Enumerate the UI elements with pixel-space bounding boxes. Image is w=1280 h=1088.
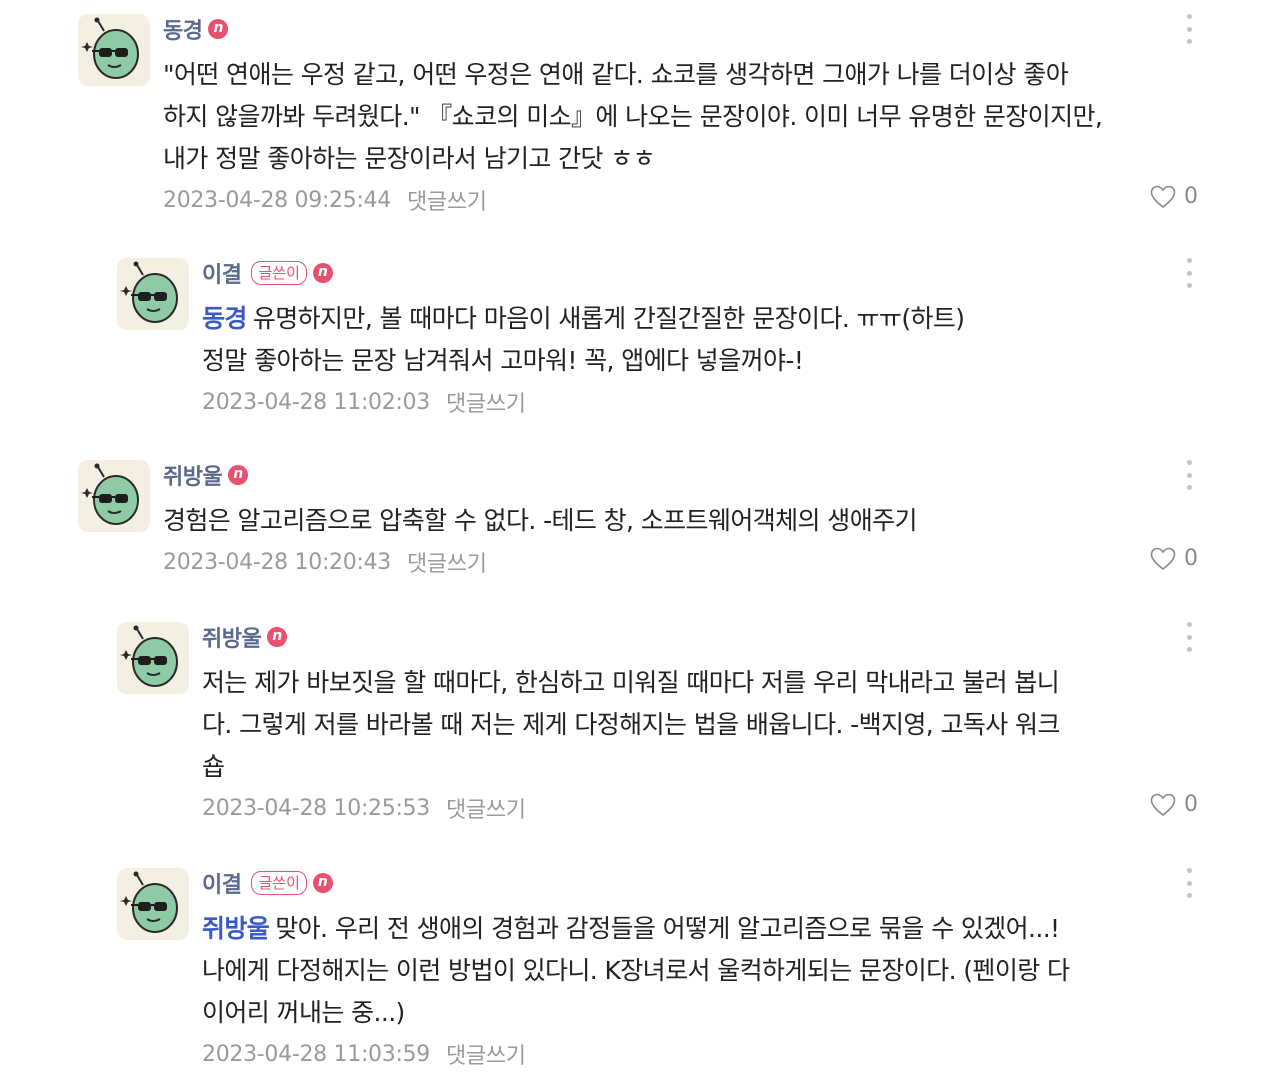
reply-comment: 이결 글쓴이 n 동경 유명하지만, 볼 때마다 마음이 새롭게 간질간질한 문장… — [117, 256, 1198, 422]
more-vertical-icon — [1186, 868, 1192, 873]
timestamp: 2023-04-28 11:03:59 — [202, 1041, 430, 1067]
heart-outline-icon — [1150, 547, 1176, 570]
author-name[interactable]: 쥐방울 — [202, 621, 262, 653]
alien-avatar-icon — [120, 261, 178, 323]
more-options-button[interactable] — [1182, 258, 1196, 288]
writer-badge: 글쓴이 — [251, 261, 307, 285]
author-name[interactable]: 동경 — [163, 13, 203, 45]
avatar[interactable] — [117, 622, 189, 694]
more-vertical-icon — [1186, 258, 1192, 263]
mention-link[interactable]: 동경 — [202, 304, 247, 333]
more-vertical-icon — [1186, 622, 1192, 627]
comment-line: 쥐방울 맞아. 우리 전 생애의 경험과 감정들을 어떻게 알고리즘으로 묶을 수… — [202, 908, 1198, 950]
comment-text: 저는 제가 바보짓을 할 때마다, 한심하고 미워질 때마다 저를 우리 막내라… — [202, 662, 1198, 788]
comment-line: 동경 유명하지만, 볼 때마다 마음이 새롭게 간질간질한 문장이다. ㅠㅠ(하트… — [202, 298, 1198, 340]
timestamp: 2023-04-28 11:02:03 — [202, 389, 430, 415]
comment-text: 동경 유명하지만, 볼 때마다 마음이 새롭게 간질간질한 문장이다. ㅠㅠ(하트… — [202, 298, 1198, 382]
more-options-button[interactable] — [1182, 868, 1196, 898]
comment-line-text: 맞아. 우리 전 생애의 경험과 감정들을 어떻게 알고리즘으로 묶을 수 있겠… — [275, 914, 1060, 943]
heart-outline-icon — [1150, 793, 1176, 816]
comment-line: 하지 않을까봐 두려웠다." 『쇼코의 미소』에 나오는 문장이야. 이미 너무… — [163, 102, 1103, 131]
author-name[interactable]: 이결 — [202, 867, 242, 899]
comment-line: 이어리 꺼내는 중...) — [202, 998, 405, 1027]
comment-header: 이결 글쓴이 n — [202, 256, 1198, 290]
like-count: 0 — [1184, 184, 1198, 209]
alien-avatar-icon — [81, 17, 139, 79]
comment-line: "어떤 연애는 우정 같고, 어떤 우정은 연애 같다. 쇼코를 생각하면 그애… — [163, 60, 1069, 89]
avatar[interactable] — [117, 868, 189, 940]
comment-line: 내가 정말 좋아하는 문장이라서 남기고 간닷 ㅎㅎ — [163, 144, 656, 173]
avatar[interactable] — [78, 14, 150, 86]
more-options-button[interactable] — [1182, 622, 1196, 652]
more-vertical-icon — [1186, 14, 1192, 19]
comment-meta: 2023-04-28 10:20:43 댓글쓰기 — [163, 542, 1198, 582]
n-badge: n — [228, 465, 249, 485]
comment-line: 저는 제가 바보짓을 할 때마다, 한심하고 미워질 때마다 저를 우리 막내라… — [202, 668, 1060, 697]
timestamp: 2023-04-28 09:25:44 — [163, 187, 391, 213]
comment-text: "어떤 연애는 우정 같고, 어떤 우정은 연애 같다. 쇼코를 생각하면 그애… — [163, 54, 1198, 180]
reply-comment: 이결 글쓴이 n 쥐방울 맞아. 우리 전 생애의 경험과 감정들을 어떻게 알고… — [117, 866, 1198, 1074]
timestamp: 2023-04-28 10:20:43 — [163, 549, 391, 575]
alien-avatar-icon — [81, 463, 139, 525]
comment-text: 경험은 알고리즘으로 압축할 수 없다. -테드 창, 소프트웨어객체의 생애주… — [163, 500, 1198, 542]
comment-meta: 2023-04-28 09:25:44 댓글쓰기 — [163, 180, 1198, 220]
comment-line-text: 유명하지만, 볼 때마다 마음이 새롭게 간질간질한 문장이다. ㅠㅠ(하트) — [252, 304, 965, 333]
more-vertical-icon — [1186, 460, 1192, 465]
writer-badge: 글쓴이 — [251, 871, 307, 895]
n-badge: n — [312, 263, 333, 283]
author-name[interactable]: 이결 — [202, 257, 242, 289]
reply-button[interactable]: 댓글쓰기 — [446, 386, 526, 418]
comment-line: 정말 좋아하는 문장 남겨줘서 고마워! 꼭, 앱에다 넣을꺼야-! — [202, 346, 804, 375]
reply-comment: 쥐방울 n 저는 제가 바보짓을 할 때마다, 한심하고 미워질 때마다 저를 … — [117, 620, 1198, 828]
like-button[interactable]: 0 — [1150, 792, 1198, 817]
n-badge: n — [312, 873, 333, 893]
reply-button[interactable]: 댓글쓰기 — [446, 792, 526, 824]
mention-link[interactable]: 쥐방울 — [202, 914, 270, 943]
like-button[interactable]: 0 — [1150, 184, 1198, 209]
comment: 쥐방울 n 경험은 알고리즘으로 압축할 수 없다. -테드 창, 소프트웨어객… — [78, 458, 1198, 582]
comment-line: 숍 — [202, 752, 225, 781]
comment-line: 나에게 다정해지는 이런 방법이 있다니. K장녀로서 울컥하게되는 문장이다.… — [202, 956, 1070, 985]
more-options-button[interactable] — [1182, 14, 1196, 44]
comment-header: 쥐방울 n — [202, 620, 1198, 654]
n-badge: n — [208, 19, 229, 39]
comment-line: 경험은 알고리즘으로 압축할 수 없다. -테드 창, 소프트웨어객체의 생애주… — [163, 506, 918, 535]
avatar[interactable] — [78, 460, 150, 532]
comment-line: 다. 그렇게 저를 바라볼 때 저는 제게 다정해지는 법을 배웁니다. -백지… — [202, 710, 1060, 739]
comment-header: 이결 글쓴이 n — [202, 866, 1198, 900]
comment-text: 쥐방울 맞아. 우리 전 생애의 경험과 감정들을 어떻게 알고리즘으로 묶을 수… — [202, 908, 1198, 1034]
more-options-button[interactable] — [1182, 460, 1196, 490]
comment-meta: 2023-04-28 11:02:03 댓글쓰기 — [202, 382, 1198, 422]
heart-outline-icon — [1150, 185, 1176, 208]
reply-button[interactable]: 댓글쓰기 — [446, 1038, 526, 1070]
comment: 동경 n "어떤 연애는 우정 같고, 어떤 우정은 연애 같다. 쇼코를 생각… — [78, 12, 1198, 220]
timestamp: 2023-04-28 10:25:53 — [202, 795, 430, 821]
like-count: 0 — [1184, 792, 1198, 817]
author-name[interactable]: 쥐방울 — [163, 459, 223, 491]
reply-button[interactable]: 댓글쓰기 — [407, 546, 487, 578]
like-count: 0 — [1184, 546, 1198, 571]
alien-avatar-icon — [120, 871, 178, 933]
reply-button[interactable]: 댓글쓰기 — [407, 184, 487, 216]
avatar[interactable] — [117, 258, 189, 330]
comment-meta: 2023-04-28 10:25:53 댓글쓰기 — [202, 788, 1198, 828]
comment-header: 동경 n — [163, 12, 1198, 46]
n-badge: n — [267, 627, 288, 647]
comment-header: 쥐방울 n — [163, 458, 1198, 492]
alien-avatar-icon — [120, 625, 178, 687]
like-button[interactable]: 0 — [1150, 546, 1198, 571]
comment-meta: 2023-04-28 11:03:59 댓글쓰기 — [202, 1034, 1198, 1074]
